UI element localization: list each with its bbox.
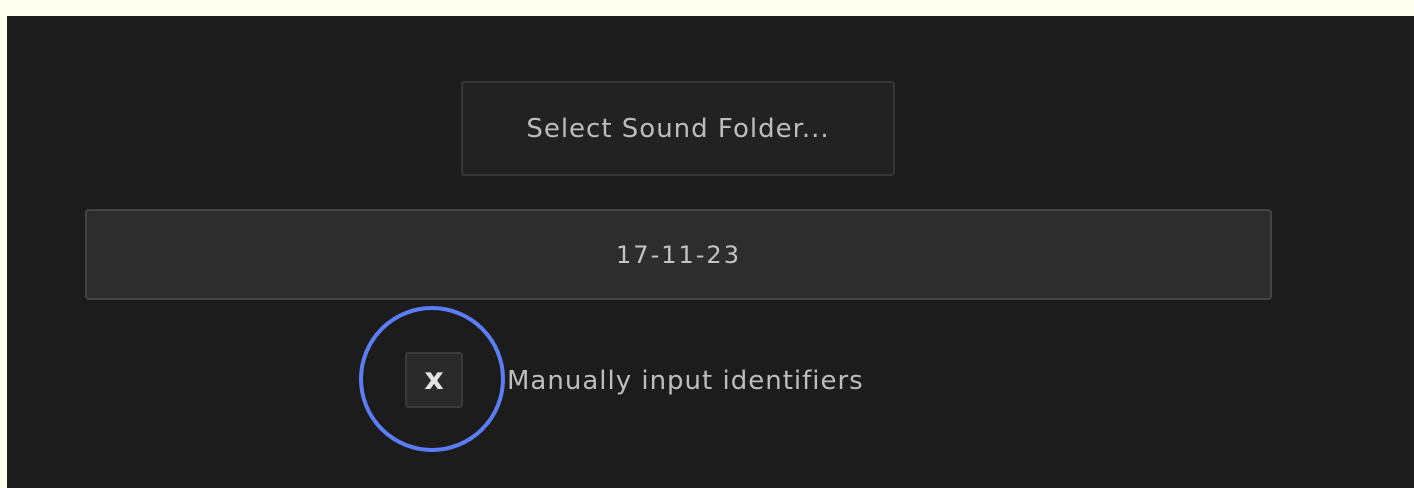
checkmark-x-icon: x bbox=[424, 362, 444, 397]
selected-folder-field[interactable]: 17-11-23 bbox=[85, 209, 1272, 300]
dialog-panel: Select Sound Folder... 17-11-23 x Manual… bbox=[7, 16, 1414, 488]
select-sound-folder-button[interactable]: Select Sound Folder... bbox=[461, 81, 895, 176]
manually-input-identifiers-label[interactable]: Manually input identifiers bbox=[507, 361, 864, 401]
manually-input-identifiers-checkbox[interactable]: x bbox=[405, 352, 463, 408]
